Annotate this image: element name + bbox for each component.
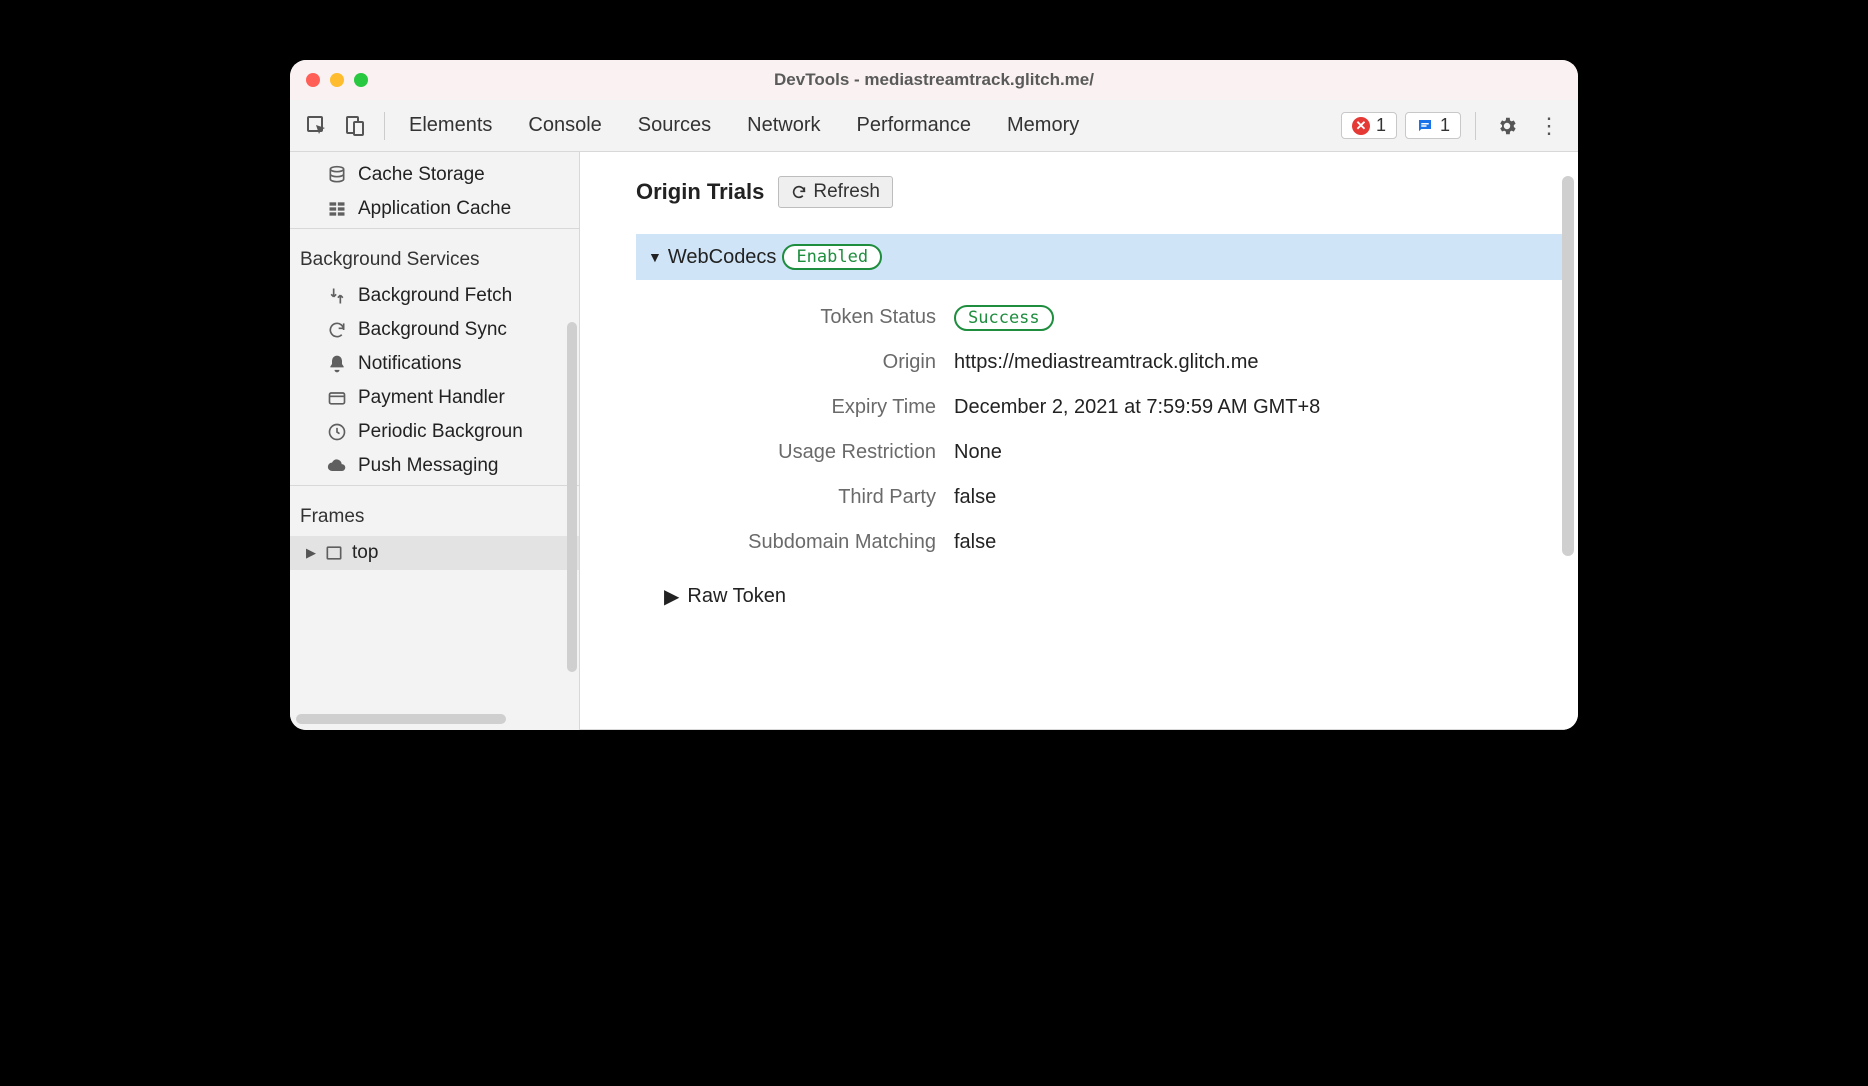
frames-group: Frames ▶ top: [290, 486, 579, 572]
zoom-window-button[interactable]: [354, 73, 368, 87]
token-status-label: Token Status: [636, 306, 936, 329]
subdomain-matching-value: false: [954, 531, 1578, 554]
grid-icon: [326, 199, 348, 219]
frames-top-label: top: [352, 542, 378, 564]
origin-value: https://mediastreamtrack.glitch.me: [954, 351, 1578, 374]
token-status-value: Success: [954, 306, 1578, 329]
sidebar-item-application-cache[interactable]: Application Cache: [290, 192, 579, 226]
subdomain-matching-label: Subdomain Matching: [636, 531, 936, 554]
pane-header: Origin Trials Refresh: [636, 176, 1578, 208]
refresh-label: Refresh: [813, 181, 880, 203]
raw-token-row[interactable]: ▶ Raw Token: [636, 554, 1578, 609]
frame-box-icon: [324, 543, 344, 563]
third-party-label: Third Party: [636, 486, 936, 509]
tab-console[interactable]: Console: [528, 114, 601, 137]
third-party-value: false: [954, 486, 1578, 509]
close-window-button[interactable]: [306, 73, 320, 87]
main-pane: Origin Trials Refresh ▼ WebCodecs Enable…: [580, 152, 1578, 730]
toolbar-right: ✕ 1 1 ⋮: [1341, 112, 1566, 140]
body: Cache Storage Application Cache Backgrou…: [290, 152, 1578, 730]
sidebar-item-label: Background Fetch: [358, 285, 512, 307]
window-title: DevTools - mediastreamtrack.glitch.me/: [290, 70, 1578, 90]
error-icon: ✕: [1352, 117, 1370, 135]
database-icon: [326, 165, 348, 185]
toggle-device-icon[interactable]: [340, 111, 370, 141]
background-services-group: Background Services Background Fetch Bac…: [290, 229, 579, 486]
main-toolbar: Elements Console Sources Network Perform…: [290, 100, 1578, 152]
devtools-window: DevTools - mediastreamtrack.glitch.me/ E…: [290, 60, 1578, 730]
usage-restriction-label: Usage Restriction: [636, 441, 936, 464]
sidebar-h-scrollbar[interactable]: [296, 714, 506, 724]
traffic-lights: [306, 73, 368, 87]
refresh-button[interactable]: Refresh: [778, 176, 893, 208]
cache-group: Cache Storage Application Cache: [290, 152, 579, 229]
expiry-value: December 2, 2021 at 7:59:59 AM GMT+8: [954, 396, 1578, 419]
sidebar-item-label: Payment Handler: [358, 387, 505, 409]
settings-icon[interactable]: [1490, 115, 1524, 137]
tab-performance[interactable]: Performance: [857, 114, 972, 137]
toolbar-separator: [384, 112, 385, 140]
tab-sources[interactable]: Sources: [638, 114, 711, 137]
panel-tabs: Elements Console Sources Network Perform…: [409, 114, 1333, 137]
expand-icon: ▶: [664, 584, 679, 609]
sidebar-item-cache-storage[interactable]: Cache Storage: [290, 158, 579, 192]
sidebar-item-label: Cache Storage: [358, 164, 485, 186]
errors-badge[interactable]: ✕ 1: [1341, 112, 1397, 139]
bell-icon: [326, 354, 348, 374]
expand-icon: ▶: [306, 545, 316, 561]
refresh-icon: [791, 184, 807, 200]
sidebar-item-payment-handler[interactable]: Payment Handler: [290, 381, 579, 415]
sidebar-item-label: Notifications: [358, 353, 462, 375]
minimize-window-button[interactable]: [330, 73, 344, 87]
collapse-icon: ▼: [648, 249, 662, 265]
cloud-icon: [326, 456, 348, 476]
origin-trials-title: Origin Trials: [636, 179, 764, 205]
main-v-scrollbar[interactable]: [1562, 176, 1574, 556]
sidebar-item-label: Background Sync: [358, 319, 507, 341]
raw-token-label: Raw Token: [687, 585, 786, 608]
tab-memory[interactable]: Memory: [1007, 114, 1079, 137]
more-options-icon[interactable]: ⋮: [1532, 113, 1566, 139]
sync-icon: [326, 320, 348, 340]
titlebar: DevTools - mediastreamtrack.glitch.me/: [290, 60, 1578, 100]
expiry-label: Expiry Time: [636, 396, 936, 419]
origin-label: Origin: [636, 351, 936, 374]
sidebar-v-scrollbar[interactable]: [567, 322, 577, 672]
trial-row-webcodecs[interactable]: ▼ WebCodecs Enabled: [636, 234, 1562, 280]
issues-badge[interactable]: 1: [1405, 112, 1461, 139]
trial-name: WebCodecs: [668, 246, 777, 269]
sidebar-item-background-sync[interactable]: Background Sync: [290, 313, 579, 347]
usage-restriction-value: None: [954, 441, 1578, 464]
clock-icon: [326, 422, 348, 442]
tab-network[interactable]: Network: [747, 114, 820, 137]
application-sidebar: Cache Storage Application Cache Backgrou…: [290, 152, 580, 730]
tab-elements[interactable]: Elements: [409, 114, 492, 137]
fetch-icon: [326, 286, 348, 306]
frames-heading: Frames: [290, 492, 579, 536]
success-badge: Success: [954, 305, 1054, 331]
issues-count: 1: [1440, 115, 1450, 136]
issues-icon: [1416, 117, 1434, 135]
enabled-badge: Enabled: [782, 244, 882, 270]
sidebar-item-periodic-background[interactable]: Periodic Backgroun: [290, 415, 579, 449]
sidebar-item-label: Application Cache: [358, 198, 511, 220]
sidebar-item-push-messaging[interactable]: Push Messaging: [290, 449, 579, 483]
sidebar-item-background-fetch[interactable]: Background Fetch: [290, 279, 579, 313]
frames-top-item[interactable]: ▶ top: [290, 536, 579, 570]
background-services-heading: Background Services: [290, 235, 579, 279]
sidebar-item-label: Periodic Backgroun: [358, 421, 523, 443]
sidebar-item-notifications[interactable]: Notifications: [290, 347, 579, 381]
inspect-element-icon[interactable]: [302, 111, 332, 141]
trial-details: Token Status Success Origin https://medi…: [636, 280, 1578, 554]
sidebar-item-label: Push Messaging: [358, 455, 498, 477]
toolbar-separator-2: [1475, 112, 1476, 140]
credit-card-icon: [326, 388, 348, 408]
errors-count: 1: [1376, 115, 1386, 136]
